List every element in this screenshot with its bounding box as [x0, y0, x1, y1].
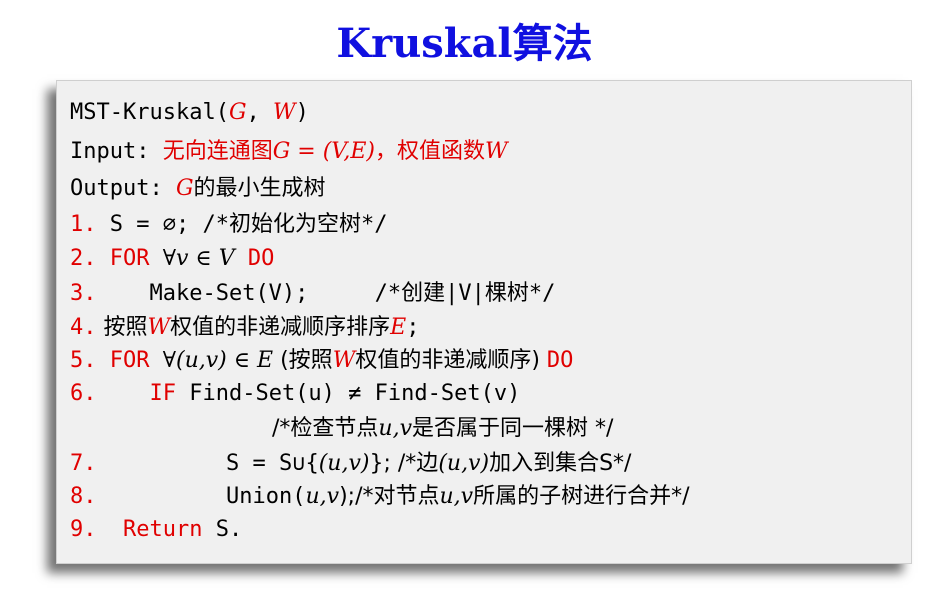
- code-text: ,: [246, 100, 274, 125]
- code-text: Union(: [226, 484, 306, 509]
- code-line-7-body: S = S∪{(u,v)}; /*边(u,v)加入到集合S*/: [226, 447, 631, 481]
- code-text: ;: [406, 315, 420, 340]
- math-var: W: [273, 100, 296, 125]
- code-text: ，权值函数: [375, 139, 486, 164]
- math-expr: ∀v ∈ V: [162, 246, 235, 271]
- code-line-output: Output: G的最小生成树: [70, 172, 326, 206]
- math-var: W: [485, 139, 508, 164]
- math-var: G: [228, 100, 247, 125]
- math-expr: u,v: [305, 484, 340, 509]
- line-number: 5.: [70, 348, 97, 373]
- page-title: Kruskal算法: [336, 20, 593, 67]
- code-text: );/*对节点: [339, 484, 440, 509]
- code-text: 权值的非递减顺序排序: [170, 315, 391, 340]
- code-text: 加入到集合S*/: [489, 451, 632, 476]
- code-line-7: 7.: [70, 447, 97, 481]
- keyword: DO: [234, 246, 275, 271]
- code-text: S = ∅; /*初始化为空树*/: [96, 212, 388, 237]
- code-line-6-comment: /*检查节点u,v是否属于同一棵树 */: [272, 412, 613, 446]
- math-expr: G = (V,E): [272, 139, 375, 164]
- code-line-5: 5. FOR ∀(u,v) ∈ E (按照W权值的非递减顺序) DO: [70, 344, 573, 378]
- line-number: 4.: [70, 315, 97, 340]
- code-text: Output:: [70, 176, 176, 201]
- line-number: 3.: [70, 281, 97, 306]
- math-expr: u,v: [439, 484, 474, 509]
- keyword: DO: [546, 348, 574, 373]
- code-line-2: 2. FOR ∀v ∈ V DO: [70, 242, 274, 276]
- math-expr: ∀(u,v) ∈ E: [162, 348, 274, 373]
- keyword: FOR: [96, 246, 163, 271]
- line-number: 6.: [70, 381, 97, 406]
- code-text: S = S∪{: [226, 451, 319, 476]
- math-var: G: [175, 176, 194, 201]
- keyword: IF: [96, 381, 176, 406]
- code-text: /*检查节点: [272, 416, 379, 441]
- line-number: 8.: [70, 484, 97, 509]
- math-var: W: [332, 348, 356, 373]
- math-expr: u,v: [378, 416, 413, 441]
- keyword: Return: [96, 517, 203, 542]
- math-expr: (u,v): [438, 451, 490, 476]
- code-line-6: 6. IF Find-Set(u) ≠ Find-Set(v): [70, 377, 520, 411]
- math-expr: (u,v): [318, 451, 370, 476]
- code-text: (按照: [273, 348, 333, 373]
- code-text: 的最小生成树: [193, 176, 326, 201]
- line-number: 1.: [70, 212, 97, 237]
- math-var: E: [390, 315, 407, 340]
- code-text: 无向连通图: [162, 139, 273, 164]
- code-text: }; /*边: [369, 451, 439, 476]
- code-text: MST-Kruskal(: [70, 100, 229, 125]
- code-text: 所属的子树进行合并*/: [473, 484, 690, 509]
- code-text: ): [295, 100, 309, 125]
- line-number: 9.: [70, 517, 97, 542]
- code-line-signature: MST-Kruskal(G, W): [70, 96, 309, 130]
- math-var: W: [147, 315, 171, 340]
- code-text: Input:: [70, 139, 163, 164]
- code-line-8: 8.: [70, 480, 97, 514]
- line-number: 7.: [70, 451, 97, 476]
- code-text: Find-Set(u) ≠ Find-Set(v): [175, 381, 521, 406]
- code-line-4: 4. 按照W权值的非递减顺序排序E;: [70, 311, 419, 345]
- code-line-1: 1. S = ∅; /*初始化为空树*/: [70, 208, 387, 242]
- line-number: 2.: [70, 246, 97, 271]
- code-text: 是否属于同一棵树 */: [412, 416, 614, 441]
- code-line-9: 9. Return S.: [70, 513, 242, 547]
- code-text: 权值的非递减顺序): [355, 348, 547, 373]
- code-line-input: Input: 无向连通图G = (V,E)，权值函数W: [70, 135, 508, 169]
- code-text: S.: [202, 517, 243, 542]
- code-line-8-body: Union(u,v);/*对节点u,v所属的子树进行合并*/: [226, 480, 690, 514]
- code-text: Make-Set(V); /*创建|V|棵树*/: [96, 281, 556, 306]
- code-text: 按照: [96, 315, 148, 340]
- keyword: FOR: [96, 348, 163, 373]
- code-line-3: 3. Make-Set(V); /*创建|V|棵树*/: [70, 277, 555, 311]
